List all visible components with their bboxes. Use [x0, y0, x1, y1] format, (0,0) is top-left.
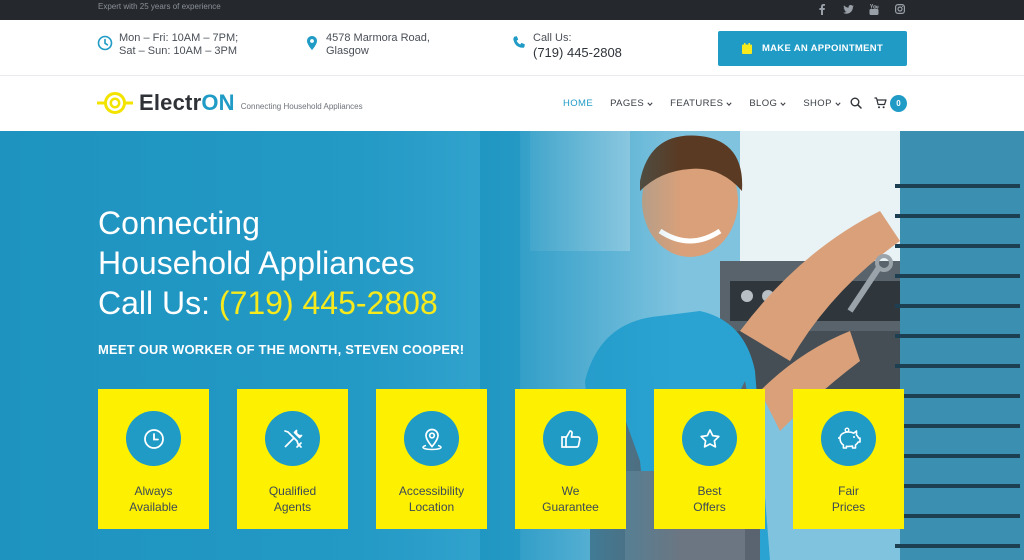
youtube-icon[interactable] — [868, 2, 880, 16]
map-pin-icon — [307, 36, 317, 50]
star-icon — [682, 411, 737, 466]
address-street: 4578 Marmora Road, — [326, 32, 430, 44]
twitter-icon[interactable] — [842, 2, 854, 16]
hero-section: Connecting Household Appliances Call Us:… — [0, 131, 1024, 560]
hero-title: Connecting Household Appliances — [98, 205, 415, 281]
cart-count-badge[interactable]: 0 — [890, 95, 907, 112]
primary-nav: HOME PAGES FEATURES BLOG SHOP — [563, 98, 841, 109]
facebook-icon[interactable] — [816, 2, 828, 16]
thumbs-up-icon — [543, 411, 598, 466]
top-tagline: Expert with 25 years of experience — [98, 2, 221, 11]
feature-label: Always Available — [129, 484, 178, 514]
feature-label: Accessibility Location — [398, 484, 465, 514]
piggy-bank-icon — [821, 411, 876, 466]
hours-weekend: Sat – Sun: 10AM – 3PM — [119, 45, 238, 57]
info-bar: Mon – Fri: 10AM – 7PM; Sat – Sun: 10AM –… — [0, 20, 1024, 76]
feature-card-fair-prices[interactable]: Fair Prices — [793, 389, 904, 529]
feature-card-best-offers[interactable]: Best Offers — [654, 389, 765, 529]
chevron-down-icon — [726, 101, 732, 106]
chevron-down-icon — [647, 101, 653, 106]
phone-icon — [513, 36, 525, 48]
search-icon[interactable] — [850, 97, 862, 109]
address: 4578 Marmora Road, Glasgow — [304, 32, 430, 58]
call-number[interactable]: (719) 445-2808 — [533, 45, 622, 61]
hero-call-line: Call Us: (719) 445-2808 — [98, 285, 438, 321]
nav-item-pages[interactable]: PAGES — [610, 98, 653, 109]
top-bar: Expert with 25 years of experience — [0, 0, 1024, 20]
logo-mark-icon — [97, 92, 133, 114]
chevron-down-icon — [835, 101, 841, 106]
feature-card-always-available[interactable]: Always Available — [98, 389, 209, 529]
logo-tagline: Connecting Household Appliances — [240, 101, 363, 111]
appointment-label: MAKE AN APPOINTMENT — [761, 43, 884, 54]
social-links — [816, 2, 906, 16]
feature-card-accessibility-location[interactable]: Accessibility Location — [376, 389, 487, 529]
chevron-down-icon — [780, 101, 786, 106]
feature-label: Qualified Agents — [268, 484, 317, 514]
clock-icon — [97, 35, 113, 51]
instagram-icon[interactable] — [894, 2, 906, 16]
address-city: Glasgow — [326, 45, 369, 57]
nav-item-blog[interactable]: BLOG — [749, 98, 786, 109]
nav-item-home[interactable]: HOME — [563, 98, 593, 109]
feature-cards: Always Available Qualified Agents Access… — [98, 389, 904, 529]
main-navbar: ElectrON Connecting Household Appliances… — [0, 76, 1024, 131]
site-logo[interactable]: ElectrON Connecting Household Appliances — [97, 90, 363, 116]
hero-phone-number[interactable]: (719) 445-2808 — [219, 285, 438, 321]
feature-card-qualified-agents[interactable]: Qualified Agents — [237, 389, 348, 529]
feature-label: Fair Prices — [831, 484, 866, 514]
make-appointment-button[interactable]: MAKE AN APPOINTMENT — [718, 31, 907, 66]
nav-item-shop[interactable]: SHOP — [803, 98, 841, 109]
hero-subtitle: MEET OUR WORKER OF THE MONTH, STEVEN COO… — [98, 342, 465, 357]
nav-item-features[interactable]: FEATURES — [670, 98, 732, 109]
feature-card-we-guarantee[interactable]: We Guarantee — [515, 389, 626, 529]
feature-label: Best Offers — [693, 484, 726, 514]
feature-label: We Guarantee — [542, 484, 599, 514]
logo-name: ElectrON — [139, 90, 235, 115]
opening-hours: Mon – Fri: 10AM – 7PM; Sat – Sun: 10AM –… — [97, 32, 238, 58]
location-icon — [404, 411, 459, 466]
clock-icon — [126, 411, 181, 466]
cart-icon[interactable] — [874, 97, 887, 109]
hours-weekdays: Mon – Fri: 10AM – 7PM; — [119, 32, 239, 44]
phone-contact: Call Us: (719) 445-2808 — [511, 32, 622, 61]
call-label: Call Us: — [533, 32, 572, 44]
calendar-icon — [741, 43, 752, 54]
tools-icon — [265, 411, 320, 466]
